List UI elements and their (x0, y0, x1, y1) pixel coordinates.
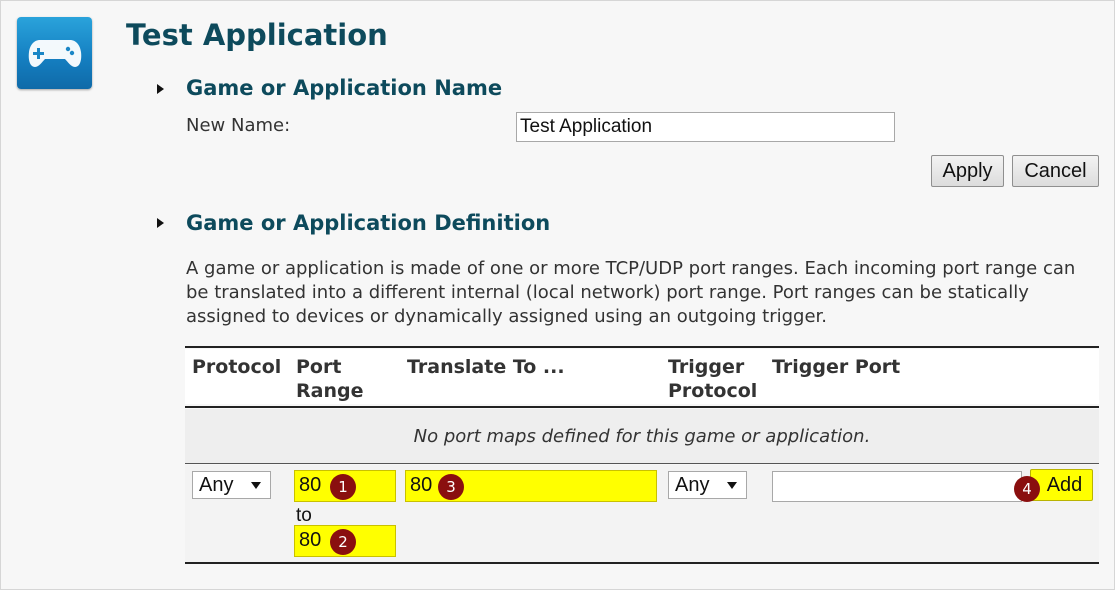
header-port-range: Port Range (296, 355, 363, 403)
header-trigger-protocol-line1: Trigger (668, 356, 745, 378)
callout-badge-4: 4 (1014, 476, 1040, 502)
header-port-range-line2: Range (296, 380, 364, 402)
name-section-heading: Game or Application Name (186, 76, 503, 100)
table-header-rule (185, 406, 1099, 408)
header-trigger-protocol-line2: Protocol (668, 380, 758, 402)
collapse-arrow-icon[interactable] (157, 218, 164, 228)
header-trigger-protocol: Trigger Protocol (668, 355, 757, 403)
chevron-down-icon (251, 482, 261, 489)
page-title: Test Application (126, 18, 388, 52)
new-name-label: New Name: (186, 115, 291, 136)
callout-badge-1: 1 (330, 474, 356, 500)
new-name-input[interactable]: Test Application (516, 112, 895, 142)
header-protocol: Protocol (192, 356, 282, 378)
callout-badge-2: 2 (330, 529, 356, 555)
definition-section-heading: Game or Application Definition (186, 211, 551, 235)
trigger-protocol-select[interactable]: Any (668, 471, 747, 499)
header-trigger-port: Trigger Port (772, 356, 901, 378)
collapse-arrow-icon[interactable] (157, 84, 164, 94)
table-bottom-rule (185, 562, 1099, 564)
definition-description: A game or application is made of one or … (186, 258, 1076, 327)
protocol-select[interactable]: Any (192, 471, 271, 499)
apply-button[interactable]: Apply (931, 155, 1004, 187)
cancel-button[interactable]: Cancel (1012, 155, 1099, 187)
callout-badge-3: 3 (438, 474, 464, 500)
empty-table-message: No port maps defined for this game or ap… (185, 409, 1099, 464)
trigger-protocol-select-value: Any (675, 474, 710, 496)
port-range-to-label: to (296, 505, 312, 526)
table-top-rule (185, 346, 1099, 348)
header-port-range-line1: Port (296, 356, 342, 378)
gamepad-icon (17, 17, 92, 89)
table-row-rule (185, 463, 1099, 464)
header-translate-to: Translate To ... (407, 356, 565, 378)
trigger-port-input[interactable] (772, 471, 1022, 502)
chevron-down-icon (727, 482, 737, 489)
protocol-select-value: Any (199, 474, 234, 496)
